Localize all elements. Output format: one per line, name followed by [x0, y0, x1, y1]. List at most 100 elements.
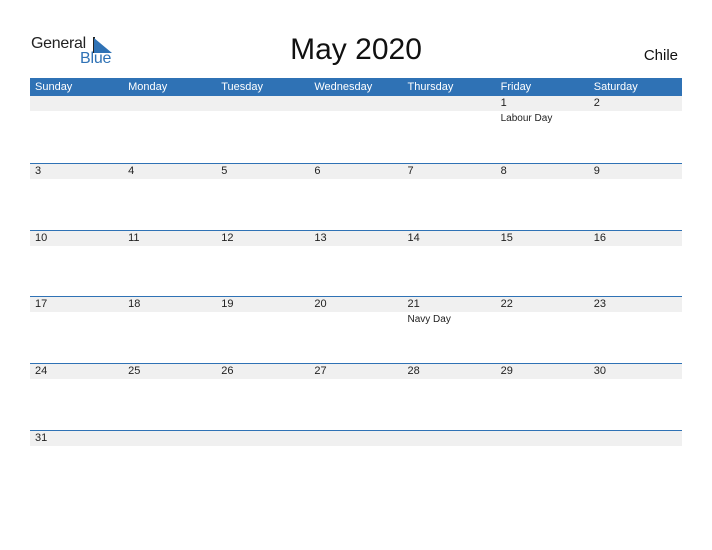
day-number: 27	[314, 365, 327, 378]
day-number: 8	[500, 164, 507, 177]
day-cell: 29	[496, 364, 589, 379]
weekday-header: Sunday Monday Tuesday Wednesday Thursday…	[30, 78, 682, 96]
day-cell: 31	[30, 431, 123, 446]
week-row: 3 4 5 6 7 8 9	[30, 162, 682, 230]
day-number: 15	[500, 231, 513, 244]
holiday-event: Navy Day	[407, 314, 451, 326]
day-cell: 26	[216, 364, 309, 379]
day-number	[221, 431, 309, 446]
weekday-friday: Friday	[500, 81, 532, 93]
day-number: 24	[35, 365, 48, 378]
day-cell: 15	[496, 231, 589, 246]
day-number: 16	[593, 231, 606, 244]
day-cell: 22	[496, 297, 589, 325]
day-number: 26	[221, 365, 234, 378]
week-cells: 10 11 12 13 14 15 16	[30, 231, 682, 246]
weeks-container: 1 Labour Day 2 3 4 5 6 7 8 9 10 11 12 13 14 15 16 17 18 19 2…	[30, 96, 682, 497]
day-cell: 6	[309, 164, 402, 179]
day-cell: 1 Labour Day	[496, 96, 589, 124]
day-number: 5	[221, 164, 228, 177]
day-number: 4	[128, 164, 135, 177]
day-number: 12	[221, 231, 234, 244]
day-number: 6	[314, 164, 321, 177]
day-cell: 11	[123, 231, 216, 246]
week-cells: 17 18 19 20 21 Navy Day 22 23	[30, 297, 682, 325]
day-number: 22	[500, 298, 513, 311]
day-cell: 28	[403, 364, 496, 379]
day-cell	[589, 431, 682, 446]
day-number	[408, 431, 496, 446]
day-number: 10	[35, 231, 48, 244]
day-cell	[309, 96, 402, 124]
day-number: 21	[407, 298, 420, 311]
calendar-grid: Sunday Monday Tuesday Wednesday Thursday…	[30, 78, 682, 497]
day-number: 31	[35, 431, 48, 444]
day-cell: 10	[30, 231, 123, 246]
holiday-event: Labour Day	[500, 113, 553, 124]
day-cell: 12	[216, 231, 309, 246]
day-cell: 4	[123, 164, 216, 179]
day-number: 29	[500, 365, 513, 378]
day-cell	[496, 431, 589, 446]
week-cells: 24 25 26 27 28 29 30	[30, 364, 682, 379]
calendar-title: May 2020	[290, 33, 422, 66]
week-row: 17 18 19 20 21 Navy Day 22 23	[30, 296, 682, 363]
day-cell	[216, 431, 309, 446]
week-cells: 31	[30, 431, 682, 446]
day-number	[221, 96, 309, 111]
day-cell: 7	[403, 164, 496, 179]
day-cell: 21 Navy Day	[403, 297, 496, 325]
day-number	[128, 431, 216, 446]
day-cell: 5	[216, 164, 309, 179]
day-number: 19	[221, 298, 234, 311]
day-cell: 20	[309, 297, 402, 325]
day-cell: 27	[309, 364, 402, 379]
day-number	[314, 431, 402, 446]
day-cell: 13	[309, 231, 402, 246]
day-cell: 24	[30, 364, 123, 379]
weekday-sunday: Sunday	[35, 81, 73, 93]
day-cell: 3	[30, 164, 123, 179]
day-cell: 19	[216, 297, 309, 325]
day-number: 18	[128, 298, 141, 311]
weekday-monday: Monday	[128, 81, 168, 93]
day-number	[501, 431, 589, 446]
day-cell: 8	[496, 164, 589, 179]
day-number: 25	[128, 365, 141, 378]
week-row: 31	[30, 429, 682, 497]
day-cell: 9	[589, 164, 682, 179]
day-number: 11	[128, 231, 140, 244]
day-cell: 17	[30, 297, 123, 325]
day-number: 1	[500, 97, 507, 109]
weekday-thursday: Thursday	[407, 81, 454, 93]
day-number: 2	[593, 97, 600, 109]
day-number	[35, 96, 123, 111]
weekday-tuesday: Tuesday	[221, 81, 264, 93]
day-cell	[309, 431, 402, 446]
day-cell: 25	[123, 364, 216, 379]
day-cell	[403, 431, 496, 446]
day-cell	[123, 96, 216, 124]
day-number: 17	[35, 298, 48, 311]
day-cell: 16	[589, 231, 682, 246]
weekday-saturday: Saturday	[593, 81, 638, 93]
day-number	[128, 96, 216, 111]
day-cell	[216, 96, 309, 124]
country-label: Chile	[643, 47, 678, 64]
weekday-wednesday: Wednesday	[314, 81, 373, 93]
day-cell: 23	[589, 297, 682, 325]
day-cell: 30	[589, 364, 682, 379]
day-number	[408, 96, 496, 111]
week-row: 1 Labour Day 2	[30, 96, 682, 163]
day-number: 7	[407, 164, 414, 177]
day-cell	[403, 96, 496, 124]
day-number: 13	[314, 231, 327, 244]
day-number	[594, 431, 682, 446]
day-number: 9	[593, 164, 600, 177]
day-cell: 14	[403, 231, 496, 246]
week-cells: 1 Labour Day 2	[30, 96, 682, 124]
day-cell	[30, 96, 123, 124]
day-number: 23	[593, 298, 606, 311]
day-number: 3	[35, 164, 42, 177]
day-number	[314, 96, 402, 111]
